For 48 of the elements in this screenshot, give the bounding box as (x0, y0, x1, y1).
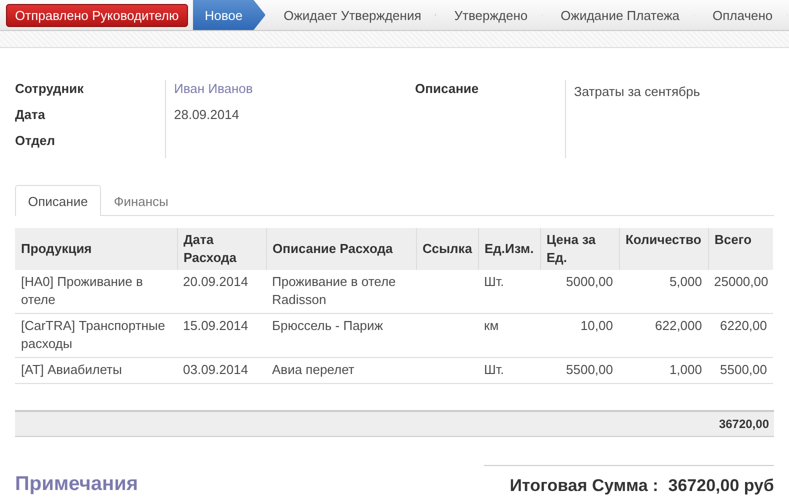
table-cell: [HA0] Проживание в отеле (21, 274, 143, 307)
table-cell: 15.09.2014 (183, 318, 248, 333)
table-cell: 5500,00 (720, 362, 767, 377)
field-value: 28.09.2014 (174, 107, 240, 122)
table-cell: Шт. (484, 362, 504, 377)
field-label: Дата (15, 107, 46, 122)
stage-step[interactable]: Утверждено (436, 0, 543, 30)
notes-title: Примечания (15, 473, 138, 496)
field-label: Описание (415, 81, 479, 96)
table-cell: [CarTRA] Транспортные расходы (21, 318, 166, 351)
tab[interactable]: Финансы (100, 185, 182, 216)
stage-step[interactable]: Ожидает Утверждения (266, 0, 436, 30)
table-cell: Брюссель - Париж (272, 318, 383, 333)
table-cell: 10,00 (580, 318, 613, 333)
stage-step[interactable]: Новое (192, 0, 266, 30)
total-label: Итоговая Сумма : (510, 476, 658, 496)
field-label: Отдел (15, 133, 56, 148)
field-value: Затраты за сентябрь (574, 84, 700, 99)
total-value: 36720,00 руб (668, 476, 774, 496)
column-header: Продукция (21, 241, 92, 256)
field-label: Сотрудник (15, 81, 84, 96)
table-cell: 5500,00 (566, 362, 613, 377)
table-cell: [AT] Авиабилеты (21, 362, 122, 377)
sent-to-manager-button[interactable]: Отправлено Руководителю (6, 4, 188, 26)
table-cell: 1,000 (669, 362, 702, 377)
column-header: Ссылка (422, 241, 472, 256)
column-header: Количество (626, 232, 702, 247)
table-cell: 6220,00 (720, 318, 767, 333)
table-cell: км (484, 318, 499, 333)
table-cell: 03.09.2014 (183, 362, 248, 377)
table-cell: Авиа перелет (272, 362, 354, 377)
column-header: Всего (714, 232, 752, 247)
stage-step[interactable]: Оплачено (694, 0, 788, 30)
column-header: Описание Расхода (272, 241, 393, 256)
table-cell: Проживание в отеле Radisson (272, 274, 396, 307)
table-cell: 25000,00 (714, 274, 768, 289)
footer-total: 36720,00 (718, 417, 769, 431)
table-cell: 5,000 (669, 274, 702, 289)
employee-link[interactable]: Иван Иванов (174, 81, 253, 96)
stage-step[interactable]: Ожидание Платежа (542, 0, 695, 30)
table-cell: 5000,00 (566, 274, 613, 289)
tab[interactable]: Описание (15, 185, 101, 216)
column-header: Дата Расхода (184, 232, 236, 265)
table-cell: 20.09.2014 (183, 274, 248, 289)
table-cell: 622,000 (655, 318, 702, 333)
table-cell: Шт. (484, 274, 504, 289)
column-header: Ед.Изм. (484, 241, 534, 256)
column-header: Цена за Ед. (546, 232, 596, 265)
